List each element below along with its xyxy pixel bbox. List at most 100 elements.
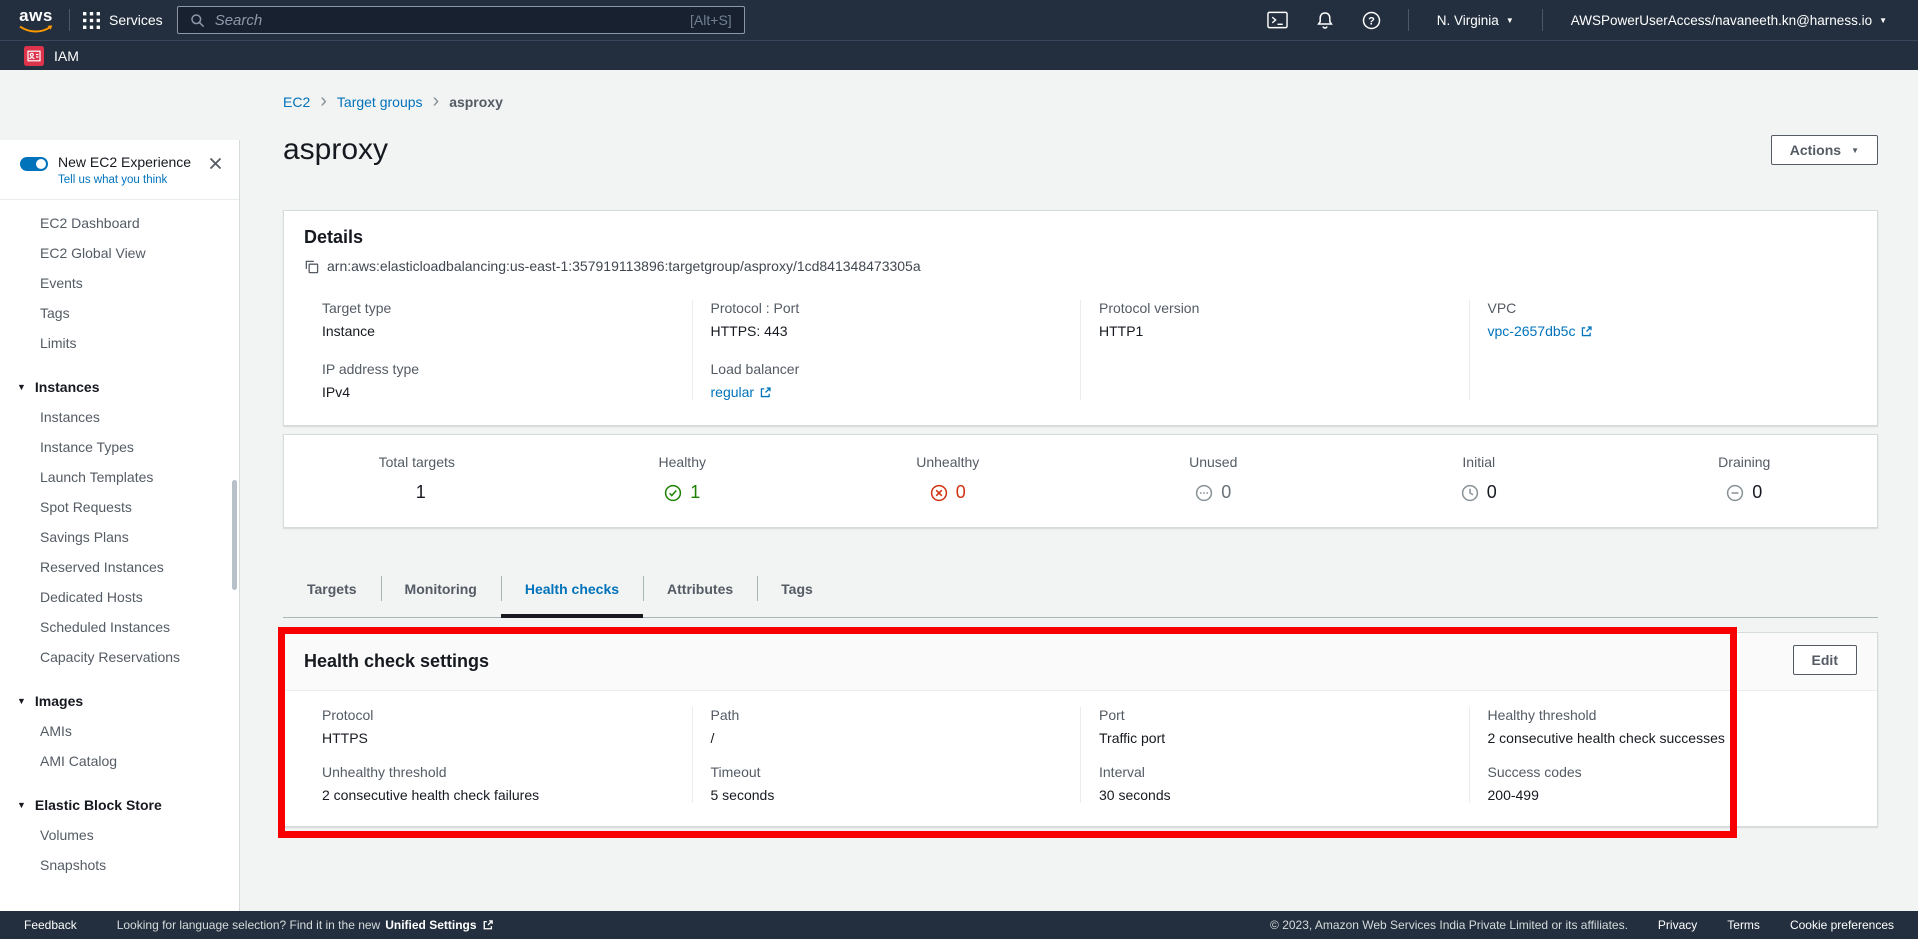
field-label: Load balancer <box>711 361 1081 377</box>
sidebar-item[interactable]: Reserved Instances <box>0 552 239 582</box>
sidebar-group-items: Instances Instance Types Launch Template… <box>0 402 239 672</box>
sidebar-item[interactable]: EC2 Dashboard <box>0 208 239 238</box>
stat-label: Unhealthy <box>815 454 1081 470</box>
sidebar-scrollbar[interactable] <box>232 480 237 590</box>
details-title: Details <box>304 227 1857 248</box>
field-label: Interval <box>1099 764 1469 780</box>
topbar-right-cluster: ? N. Virginia ▼ AWSPowerUserAccess/navan… <box>1253 9 1902 31</box>
sidebar-item[interactable]: Dedicated Hosts <box>0 582 239 612</box>
breadcrumb-item: asproxy <box>449 94 503 110</box>
region-selector[interactable]: N. Virginia ▼ <box>1422 13 1529 28</box>
sidebar-item[interactable]: Launch Templates <box>0 462 239 492</box>
field-value: HTTPS <box>322 730 692 746</box>
stat-label: Healthy <box>550 454 816 470</box>
external-link-icon <box>759 386 772 399</box>
details-fields: Protocol version HTTP1 <box>1099 300 1469 339</box>
sidebar-item[interactable]: Events <box>0 268 239 298</box>
services-menu-button[interactable]: Services <box>83 12 163 29</box>
field-value: 5 seconds <box>711 787 1081 803</box>
top-navigation-bar: aws Services Search [Alt+S] ? N. Virgini… <box>0 0 1918 40</box>
bell-icon <box>1316 11 1334 30</box>
new-experience-toggle[interactable] <box>20 157 48 171</box>
tab-label: Monitoring <box>405 581 477 597</box>
tab[interactable]: Monitoring <box>381 560 501 617</box>
feedback-tell-us-link[interactable]: Tell us what you think <box>58 174 167 186</box>
health-check-fields: Port Traffic port Interval 30 seconds <box>1099 707 1469 803</box>
chevron-down-icon: ▼ <box>17 696 26 706</box>
field-label: Timeout <box>711 764 1081 780</box>
tab-label: Tags <box>781 581 813 597</box>
details-column: VPC vpc-2657db5c <box>1469 300 1858 400</box>
iam-tab[interactable]: IAM <box>54 48 79 64</box>
field-value-link[interactable]: vpc-2657db5c <box>1488 323 1858 339</box>
close-icon[interactable] <box>208 156 223 174</box>
search-input[interactable]: Search [Alt+S] <box>177 6 745 34</box>
sidebar-item[interactable]: Tags <box>0 298 239 328</box>
stat-value-row: 0 <box>1346 482 1612 503</box>
sidebar-group-items: AMIs AMI Catalog <box>0 716 239 776</box>
unified-settings-link[interactable]: Unified Settings <box>385 918 476 932</box>
sidebar-section-label: Elastic Block Store <box>35 797 162 813</box>
external-link-icon <box>482 919 494 931</box>
sidebar-group: ▼ Instances Instances Instance Types Lau… <box>0 372 239 672</box>
sidebar-item[interactable]: EC2 Global View <box>0 238 239 268</box>
breadcrumb-chevron-icon: › <box>320 95 327 107</box>
sidebar-item[interactable]: Instance Types <box>0 432 239 462</box>
health-check-field: Port Traffic port <box>1099 707 1469 746</box>
sidebar-item[interactable]: Limits <box>0 328 239 358</box>
sidebar-item[interactable]: Capacity Reservations <box>0 642 239 672</box>
breadcrumb: EC2›Target groups›asproxy <box>283 94 503 110</box>
stat-label: Total targets <box>284 454 550 470</box>
actions-button[interactable]: Actions ▼ <box>1771 135 1878 165</box>
footer-link[interactable]: Privacy <box>1658 918 1697 932</box>
field-label: Protocol version <box>1099 300 1469 316</box>
sidebar-item[interactable]: Instances <box>0 402 239 432</box>
divider <box>1408 9 1409 31</box>
sidebar-section-header[interactable]: ▼ Images <box>0 686 239 716</box>
tab[interactable]: Attributes <box>643 560 757 617</box>
breadcrumb-item[interactable]: Target groups <box>337 94 423 110</box>
edit-button[interactable]: Edit <box>1793 645 1857 675</box>
field-label: IP address type <box>322 361 692 377</box>
cloudshell-button[interactable] <box>1253 11 1302 29</box>
notifications-button[interactable] <box>1302 11 1348 30</box>
footer-link[interactable]: Cookie preferences <box>1790 918 1894 932</box>
health-check-field: Unhealthy threshold 2 consecutive health… <box>322 764 692 803</box>
sidebar-group: ▼ Elastic Block Store Volumes Snapshots <box>0 790 239 880</box>
new-experience-text: New EC2 Experience Tell us what you thin… <box>58 154 200 186</box>
sidebar-item[interactable]: AMIs <box>0 716 239 746</box>
status-icon <box>1195 484 1213 502</box>
target-status-stat: Initial 0 <box>1346 454 1612 527</box>
sidebar-item[interactable]: Volumes <box>0 820 239 850</box>
actions-label: Actions <box>1790 142 1841 158</box>
health-check-column: Protocol HTTPS Unhealthy threshold 2 con… <box>304 707 692 803</box>
sidebar-section-header[interactable]: ▼ Instances <box>0 372 239 402</box>
copy-icon[interactable] <box>304 259 319 274</box>
stat-value: 1 <box>416 482 426 503</box>
sidebar-item[interactable]: Scheduled Instances <box>0 612 239 642</box>
health-check-fields: Healthy threshold 2 consecutive health c… <box>1488 707 1858 803</box>
sidebar-item[interactable]: Snapshots <box>0 850 239 880</box>
feedback-link[interactable]: Feedback <box>24 918 77 932</box>
search-icon <box>190 13 205 28</box>
status-icon <box>664 484 682 502</box>
sidebar-section-header[interactable]: ▼ Elastic Block Store <box>0 790 239 820</box>
help-icon: ? <box>1362 11 1381 30</box>
sidebar-item[interactable]: AMI Catalog <box>0 746 239 776</box>
sidebar-item[interactable]: Spot Requests <box>0 492 239 522</box>
help-button[interactable]: ? <box>1348 11 1395 30</box>
breadcrumb-item[interactable]: EC2 <box>283 94 310 110</box>
field-value: Instance <box>322 323 692 339</box>
svg-text:?: ? <box>1368 15 1375 27</box>
health-check-column: Healthy threshold 2 consecutive health c… <box>1469 707 1858 803</box>
tab[interactable]: Tags <box>757 560 837 617</box>
field-value-link[interactable]: regular <box>711 384 1081 400</box>
field-label: Success codes <box>1488 764 1858 780</box>
sidebar-item[interactable]: Savings Plans <box>0 522 239 552</box>
tab[interactable]: Targets <box>283 560 381 617</box>
account-menu[interactable]: AWSPowerUserAccess/navaneeth.kn@harness.… <box>1556 13 1902 28</box>
footer-link[interactable]: Terms <box>1727 918 1760 932</box>
tab-label: Health checks <box>525 581 619 597</box>
aws-logo[interactable]: aws <box>16 4 56 36</box>
tab[interactable]: Health checks <box>501 560 643 617</box>
